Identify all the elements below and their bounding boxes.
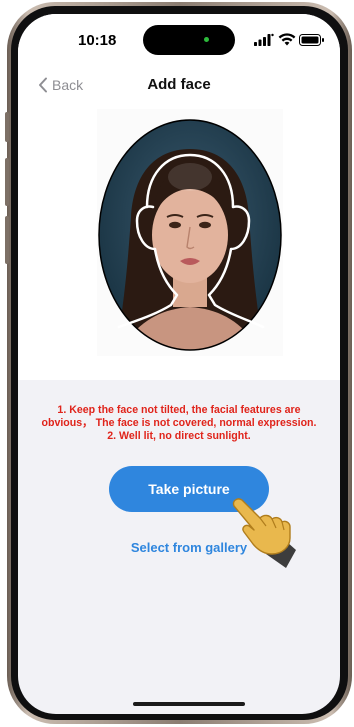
- instruction-line-2: obvious， The face is not covered, normal…: [41, 417, 317, 429]
- status-icons: [254, 32, 324, 48]
- back-label: Back: [52, 77, 84, 93]
- wifi-icon: [278, 33, 296, 46]
- chevron-left-icon: [39, 77, 47, 93]
- signal-icon: [254, 33, 274, 46]
- volume-down-button: [5, 216, 9, 264]
- volume-up-button: [5, 158, 9, 206]
- camera-indicator: [204, 37, 209, 42]
- dynamic-island: [143, 25, 235, 55]
- nav-bar: Add face Back: [18, 70, 340, 100]
- status-bar: 10:18: [18, 14, 340, 66]
- battery-icon: [299, 34, 324, 46]
- status-time: 10:18: [78, 32, 117, 49]
- face-capture-frame: [97, 109, 283, 356]
- home-indicator: [133, 702, 245, 706]
- pointing-hand-icon: [232, 498, 296, 568]
- instruction-line-3: 2. Well lit, no direct sunlight.: [107, 430, 251, 442]
- face-photo-guide: [98, 119, 282, 351]
- instructions-text: 1. Keep the face not tilted, the facial …: [28, 404, 330, 443]
- take-picture-label: Take picture: [148, 481, 230, 497]
- back-button[interactable]: Back: [38, 70, 83, 100]
- side-button: [5, 112, 9, 142]
- instruction-line-1: 1. Keep the face not tilted, the facial …: [57, 404, 301, 416]
- screen: 10:18 Add face Back 1. Keep the face not…: [18, 14, 340, 714]
